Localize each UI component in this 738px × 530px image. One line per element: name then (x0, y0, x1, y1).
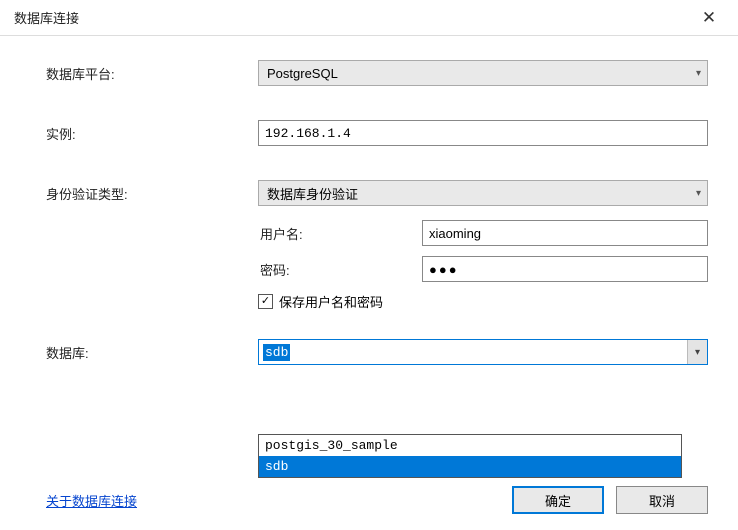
row-credentials: 用户名: xiaoming 密码: ●●● ✓ 保存用户名和密码 (46, 220, 708, 329)
row-authtype: 身份验证类型: 数据库身份验证 ▾ (46, 180, 708, 206)
database-text[interactable]: sdb (259, 340, 687, 364)
instance-input[interactable]: 192.168.1.4 (258, 120, 708, 146)
close-icon[interactable]: ✕ (694, 8, 724, 28)
authtype-select[interactable]: 数据库身份验证 ▾ (258, 180, 708, 206)
footer: 关于数据库连接 确定 取消 (46, 486, 708, 514)
dropdown-item[interactable]: postgis_30_sample (259, 435, 681, 456)
about-link[interactable]: 关于数据库连接 (46, 491, 137, 510)
label-database: 数据库: (46, 343, 258, 362)
instance-value: 192.168.1.4 (265, 126, 351, 141)
password-mask: ●●● (429, 262, 459, 277)
label-savecreds: 保存用户名和密码 (279, 292, 383, 311)
username-input[interactable]: xiaoming (422, 220, 708, 246)
credentials-col: 用户名: xiaoming 密码: ●●● ✓ 保存用户名和密码 (258, 220, 708, 329)
label-username: 用户名: (258, 224, 422, 243)
chevron-down-icon: ▾ (696, 188, 701, 199)
titlebar: 数据库连接 ✕ (0, 0, 738, 36)
row-instance: 实例: 192.168.1.4 (46, 120, 708, 146)
label-password: 密码: (258, 260, 422, 279)
chevron-down-icon: ▾ (696, 68, 701, 79)
row-database: 数据库: sdb ▾ (46, 339, 708, 365)
row-password: 密码: ●●● (258, 256, 708, 282)
database-dropdown: postgis_30_sample sdb (258, 434, 682, 478)
ok-button[interactable]: 确定 (512, 486, 604, 514)
combobox-chevron-down-icon[interactable]: ▾ (687, 340, 707, 364)
savecreds-checkbox[interactable]: ✓ (258, 294, 273, 309)
label-platform: 数据库平台: (46, 64, 258, 83)
row-username: 用户名: xiaoming (258, 220, 708, 246)
platform-value: PostgreSQL (267, 66, 338, 81)
platform-select[interactable]: PostgreSQL ▾ (258, 60, 708, 86)
check-icon: ✓ (261, 296, 270, 307)
content-area: 数据库平台: PostgreSQL ▾ 实例: 192.168.1.4 身份验证… (0, 36, 738, 379)
row-platform: 数据库平台: PostgreSQL ▾ (46, 60, 708, 86)
authtype-value: 数据库身份验证 (267, 184, 358, 203)
username-value: xiaoming (429, 226, 481, 241)
cancel-button[interactable]: 取消 (616, 486, 708, 514)
window-title: 数据库连接 (14, 8, 79, 27)
row-savecreds: ✓ 保存用户名和密码 (258, 292, 708, 311)
database-combobox[interactable]: sdb ▾ (258, 339, 708, 365)
label-authtype: 身份验证类型: (46, 184, 258, 203)
database-value: sdb (263, 344, 290, 361)
dropdown-item[interactable]: sdb (259, 456, 681, 477)
password-input[interactable]: ●●● (422, 256, 708, 282)
label-instance: 实例: (46, 124, 258, 143)
